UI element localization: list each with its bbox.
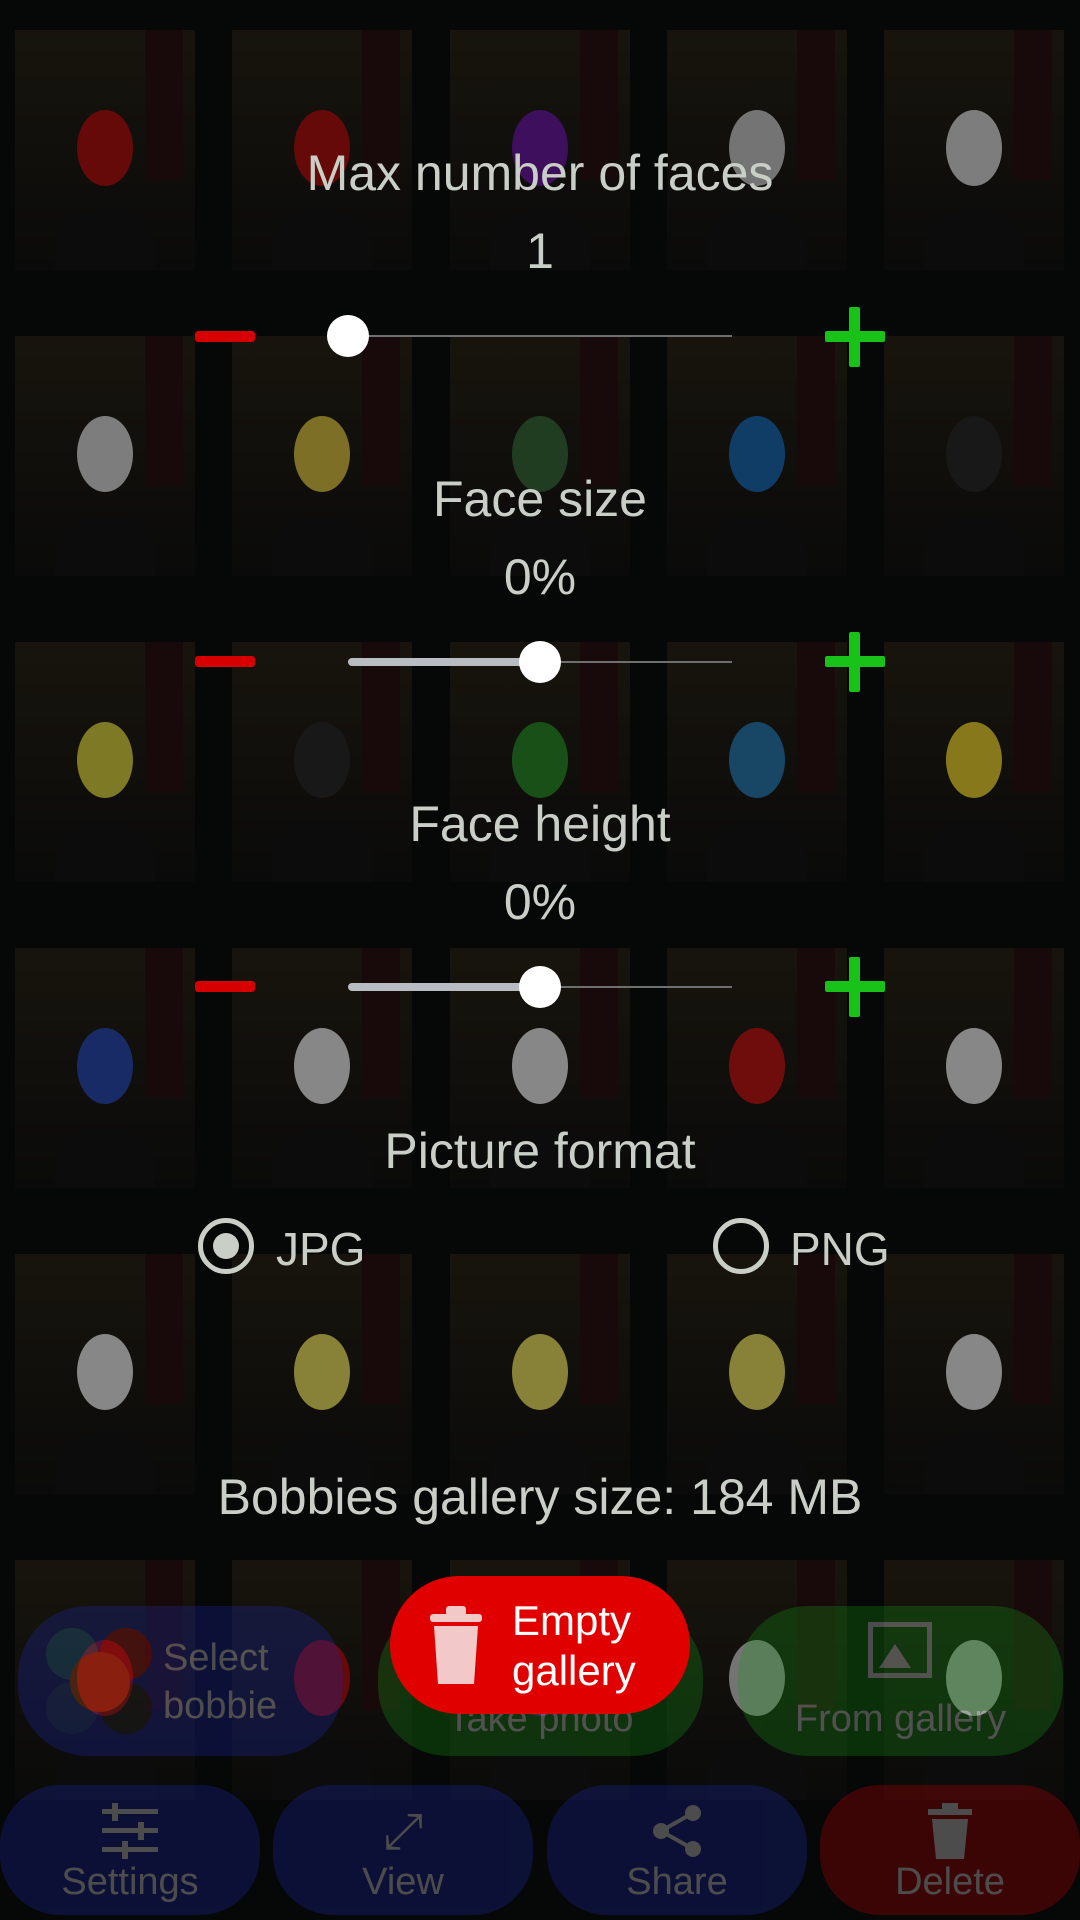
gallery-size-text: Bobbies gallery size: 184 MB bbox=[217, 1469, 863, 1525]
trash-icon bbox=[920, 1803, 980, 1859]
face-height-decrease-button[interactable] bbox=[195, 981, 255, 992]
select-bobbie-label-line1: Select bbox=[163, 1637, 269, 1679]
face-height-value: 0% bbox=[503, 874, 577, 930]
empty-gallery-button[interactable]: Empty gallery bbox=[390, 1576, 690, 1714]
face-size-value: 0% bbox=[503, 549, 577, 605]
face-size-label: Face size bbox=[433, 471, 647, 527]
select-bobbie-label-line2: bobbie bbox=[163, 1685, 278, 1727]
nav-delete[interactable]: Delete bbox=[820, 1785, 1080, 1915]
image-icon bbox=[868, 1622, 932, 1678]
face-height-label: Face height bbox=[409, 796, 671, 852]
max-faces-decrease-button[interactable] bbox=[195, 331, 255, 342]
face-height-increase-button[interactable] bbox=[825, 957, 885, 1017]
face-height-slider-thumb[interactable] bbox=[519, 966, 561, 1008]
empty-gallery-label-line2: gallery bbox=[512, 1647, 636, 1694]
max-faces-label: Max number of faces bbox=[306, 145, 774, 201]
jpg-radio[interactable] bbox=[198, 1218, 254, 1274]
sliders-icon bbox=[100, 1803, 160, 1859]
select-bobbie-button[interactable]: Select bobbie bbox=[18, 1606, 343, 1756]
nav-delete-label: Delete bbox=[895, 1861, 1005, 1903]
face-height-slider-fill bbox=[348, 983, 540, 991]
max-faces-slider-thumb[interactable] bbox=[327, 315, 369, 357]
picture-format-label: Picture format bbox=[384, 1123, 696, 1179]
nav-settings-label: Settings bbox=[61, 1861, 199, 1903]
nav-share[interactable]: Share bbox=[547, 1785, 807, 1915]
nav-view[interactable]: ⤢ View bbox=[273, 1785, 533, 1915]
png-radio[interactable] bbox=[713, 1218, 769, 1274]
fullscreen-icon: ⤢ bbox=[383, 1803, 423, 1859]
png-radio-label[interactable]: PNG bbox=[790, 1222, 890, 1276]
face-size-decrease-button[interactable] bbox=[195, 656, 255, 667]
nav-view-label: View bbox=[362, 1861, 444, 1903]
trash-icon bbox=[426, 1606, 486, 1686]
max-faces-increase-button[interactable] bbox=[825, 307, 885, 367]
from-gallery-label: From gallery bbox=[794, 1698, 1007, 1740]
face-size-slider-thumb[interactable] bbox=[519, 641, 561, 683]
face-size-increase-button[interactable] bbox=[825, 632, 885, 692]
empty-gallery-label-line1: Empty bbox=[512, 1597, 632, 1644]
jpg-radio-label[interactable]: JPG bbox=[276, 1222, 365, 1276]
nav-share-label: Share bbox=[626, 1861, 728, 1903]
max-faces-slider-track[interactable] bbox=[348, 335, 732, 337]
share-icon bbox=[647, 1803, 707, 1859]
bobbie-faces-icon bbox=[46, 1628, 156, 1738]
max-faces-value: 1 bbox=[526, 223, 554, 279]
face-size-slider-fill bbox=[348, 658, 540, 666]
from-gallery-button[interactable]: From gallery bbox=[738, 1606, 1063, 1756]
nav-settings[interactable]: Settings bbox=[0, 1785, 260, 1915]
